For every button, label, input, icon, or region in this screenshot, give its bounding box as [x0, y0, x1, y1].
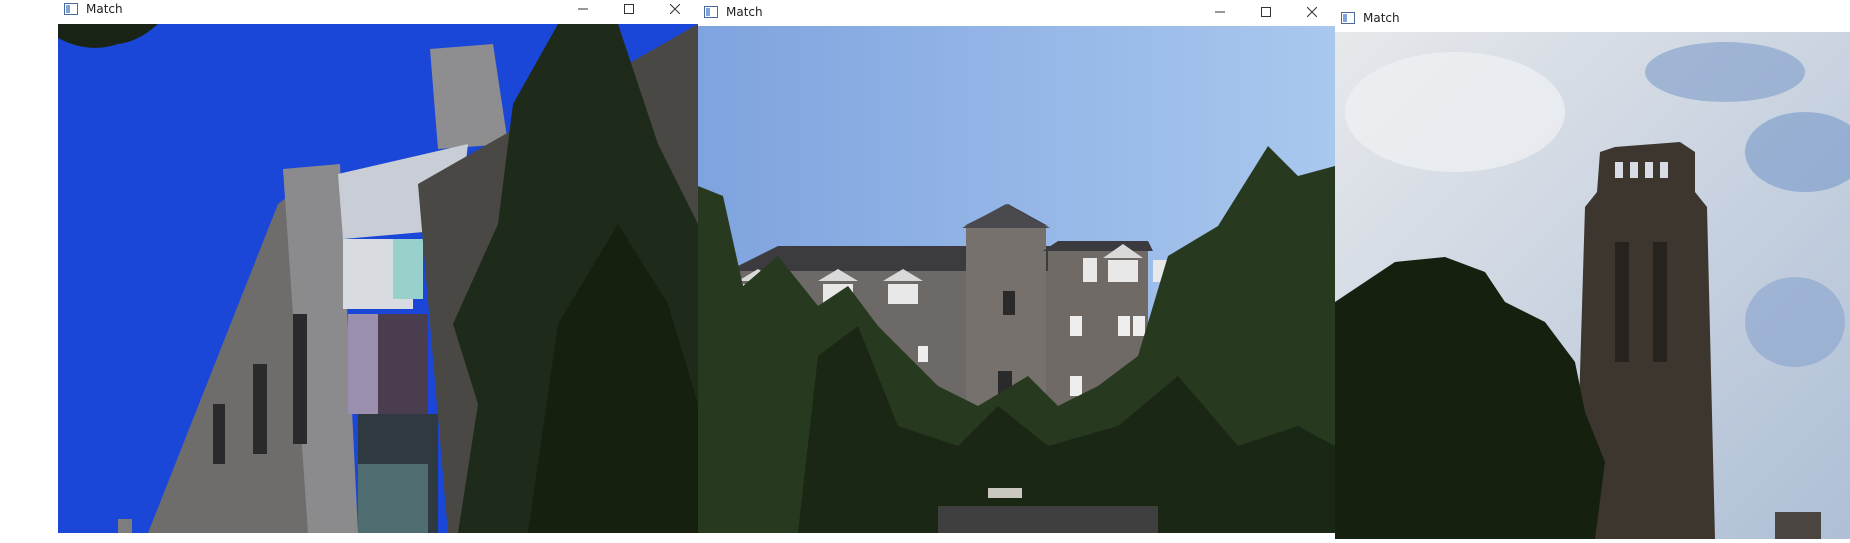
match-window-3: Match	[1335, 6, 1850, 539]
window-title: Match	[726, 5, 763, 19]
match-window-1: Match	[58, 0, 698, 533]
minimize-icon	[578, 8, 588, 10]
app-icon	[1341, 12, 1355, 24]
tower-photo	[1335, 32, 1850, 539]
image-canvas	[1335, 32, 1850, 539]
minimize-button[interactable]	[560, 0, 606, 18]
minimize-icon	[1215, 11, 1225, 13]
title-bar[interactable]: Match	[698, 2, 1335, 22]
maximize-button[interactable]	[1243, 2, 1289, 22]
campus-photo	[698, 26, 1335, 533]
title-bar[interactable]: Match	[58, 0, 698, 18]
app-icon	[704, 6, 718, 18]
maximize-button[interactable]	[606, 0, 652, 18]
match-window-2: Match	[698, 2, 1335, 533]
maximize-icon	[1261, 7, 1271, 17]
close-button[interactable]	[652, 0, 698, 18]
image-canvas	[58, 24, 698, 533]
title-bar[interactable]: Match	[1335, 6, 1850, 30]
image-canvas	[698, 26, 1335, 533]
close-button[interactable]	[1289, 2, 1335, 22]
window-title: Match	[1363, 11, 1400, 25]
close-icon	[1307, 7, 1317, 17]
close-icon	[670, 4, 680, 14]
building-photo	[58, 24, 698, 533]
app-icon	[64, 3, 78, 15]
minimize-button[interactable]	[1197, 2, 1243, 22]
maximize-icon	[624, 4, 634, 14]
window-title: Match	[86, 2, 123, 16]
